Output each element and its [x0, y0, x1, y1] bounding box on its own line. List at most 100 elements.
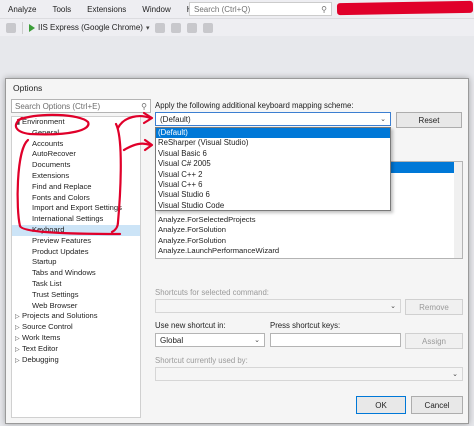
options-search-placeholder: Search Options (Ctrl+E): [15, 101, 101, 111]
tree-item-label: Startup: [32, 257, 57, 267]
collapsed-triangle-icon[interactable]: ▷: [15, 356, 22, 367]
command-row[interactable]: Analyze.OnSolution: [156, 257, 462, 259]
tree-node[interactable]: ▷ Text Editor: [12, 344, 140, 355]
tree-item-label: Product Updates: [32, 246, 89, 256]
mapping-scheme-label: Apply the following additional keyboard …: [155, 101, 354, 110]
cancel-button[interactable]: Cancel: [411, 396, 463, 414]
browser-icon[interactable]: [171, 22, 182, 33]
tree-item-label: Extensions: [32, 170, 70, 180]
use-shortcut-select[interactable]: Global ⌄: [155, 333, 265, 347]
search-icon: ⚲: [141, 101, 147, 111]
reset-button[interactable]: Reset: [396, 112, 462, 128]
menu-window[interactable]: Window: [134, 5, 178, 14]
menu-analyze[interactable]: Analyze: [0, 5, 44, 14]
tree-item-label: International Settings: [32, 214, 104, 224]
press-keys-label: Press shortcut keys:: [270, 321, 341, 330]
chevron-down-icon: ⌄: [380, 116, 386, 123]
chevron-down-icon: ⌄: [254, 337, 260, 344]
dropdown-option[interactable]: Visual C++ 6: [156, 180, 390, 190]
tree-item-label: Documents: [32, 160, 71, 170]
tree-item[interactable]: Web Browser: [12, 301, 140, 312]
tree-item[interactable]: Product Updates: [12, 247, 140, 258]
options-dialog: Options Search Options (Ctrl+E) ⚲ ◢ Envir…: [5, 78, 469, 424]
tree-item-label: Web Browser: [32, 300, 78, 310]
dropdown-option[interactable]: Visual Basic 6: [156, 149, 390, 159]
tree-item-label: Keyboard: [32, 224, 65, 234]
command-row[interactable]: Analyze.ForSolution: [156, 236, 462, 247]
tree-item-label: Import and Export Settings: [32, 203, 122, 213]
remove-button[interactable]: Remove: [405, 299, 463, 315]
tree-item[interactable]: General: [12, 128, 140, 139]
tree-item-label: Preview Features: [32, 235, 92, 245]
tree-item[interactable]: Startup: [12, 257, 140, 268]
chevron-down-icon[interactable]: ▾: [146, 24, 150, 32]
mapping-scheme-value: (Default): [160, 114, 191, 124]
tool-icon[interactable]: [187, 22, 198, 33]
options-tree[interactable]: ◢ Environment General Accounts AutoRecover Do…: [11, 116, 141, 418]
tree-item-label: Work Items: [22, 332, 61, 342]
command-row[interactable]: Analyze.ForSelectedProjects: [156, 215, 462, 226]
dropdown-option[interactable]: (Default): [156, 128, 390, 139]
dropdown-option[interactable]: Visual C# 2005: [156, 159, 390, 169]
tree-item[interactable]: Import and Export Settings: [12, 203, 140, 214]
tree-node[interactable]: ▷ Projects and Solutions: [12, 311, 140, 322]
press-keys-input[interactable]: [270, 333, 401, 347]
shortcuts-label: Shortcuts for selected command:: [155, 288, 269, 297]
refresh-icon[interactable]: [155, 22, 166, 33]
menu-tools[interactable]: Tools: [44, 5, 79, 14]
tree-item[interactable]: Tabs and Windows: [12, 268, 140, 279]
assign-button[interactable]: Assign: [405, 333, 463, 349]
tree-item[interactable]: AutoRecover: [12, 149, 140, 160]
tree-item[interactable]: Trust Settings: [12, 290, 140, 301]
shortcuts-select[interactable]: ⌄: [155, 299, 401, 313]
tree-item[interactable]: Documents: [12, 160, 140, 171]
toolbar-icon[interactable]: [6, 22, 16, 33]
dropdown-option[interactable]: ReSharper (Visual Studio): [156, 138, 390, 148]
tree-item-label: Environment: [22, 117, 65, 126]
tool-icon[interactable]: [203, 22, 214, 33]
dialog-title: Options: [13, 83, 43, 93]
used-by-label: Shortcut currently used by:: [155, 356, 248, 365]
dropdown-option[interactable]: Visual C++ 2: [156, 170, 390, 180]
options-search-input[interactable]: Search Options (Ctrl+E) ⚲: [11, 99, 151, 113]
scrollbar[interactable]: [454, 162, 462, 258]
dropdown-option[interactable]: Visual Studio Code: [156, 201, 390, 211]
tree-item[interactable]: Extensions: [12, 171, 140, 182]
chevron-down-icon: ⌄: [390, 303, 396, 310]
tree-node[interactable]: ▷ Work Items: [12, 333, 140, 344]
tree-item-label: Debugging: [22, 354, 59, 364]
tree-node[interactable]: ◢ Environment: [12, 117, 140, 128]
redaction-mark: [336, 0, 474, 16]
collapsed-triangle-icon[interactable]: ▷: [15, 345, 22, 356]
run-button[interactable]: IIS Express (Google Chrome) ▾: [29, 23, 149, 32]
tree-item-label: Text Editor: [22, 343, 58, 353]
toolbar-separator: [22, 21, 23, 34]
expanded-triangle-icon[interactable]: ◢: [15, 118, 22, 129]
mapping-scheme-select[interactable]: (Default) ⌄: [155, 112, 391, 126]
ok-button[interactable]: OK: [356, 396, 406, 414]
vs-search-box[interactable]: Search (Ctrl+Q) ⚲: [189, 2, 332, 16]
command-row[interactable]: Analyze.ForSolution: [156, 225, 462, 236]
mapping-scheme-dropdown[interactable]: (Default) ReSharper (Visual Studio) Visual…: [155, 127, 391, 211]
tree-item[interactable]: Keyboard: [12, 224, 140, 236]
menu-extensions[interactable]: Extensions: [79, 5, 134, 14]
tree-item[interactable]: Fonts and Colors: [12, 193, 140, 204]
tree-node[interactable]: ▷ Debugging: [12, 355, 140, 366]
command-row[interactable]: Analyze.LaunchPerformanceWizard: [156, 246, 462, 257]
tree-item[interactable]: International Settings: [12, 214, 140, 225]
use-shortcut-label: Use new shortcut in:: [155, 321, 226, 330]
tree-item-label: Accounts: [32, 138, 64, 148]
dropdown-option[interactable]: Visual Studio 6: [156, 190, 390, 200]
tree-node[interactable]: ▷ Source Control: [12, 322, 140, 333]
tree-item[interactable]: Find and Replace: [12, 182, 140, 193]
tree-item-label: Trust Settings: [32, 289, 79, 299]
tree-item[interactable]: Task List: [12, 279, 140, 290]
used-by-select[interactable]: ⌄: [155, 367, 463, 381]
tree-item[interactable]: Accounts: [12, 139, 140, 150]
vs-search-placeholder: Search (Ctrl+Q): [194, 4, 251, 14]
use-shortcut-value: Global: [160, 335, 184, 345]
toolbar: IIS Express (Google Chrome) ▾: [0, 18, 474, 36]
tree-item-label: General: [32, 127, 60, 137]
search-icon: ⚲: [321, 4, 327, 14]
tree-item[interactable]: Preview Features: [12, 236, 140, 247]
